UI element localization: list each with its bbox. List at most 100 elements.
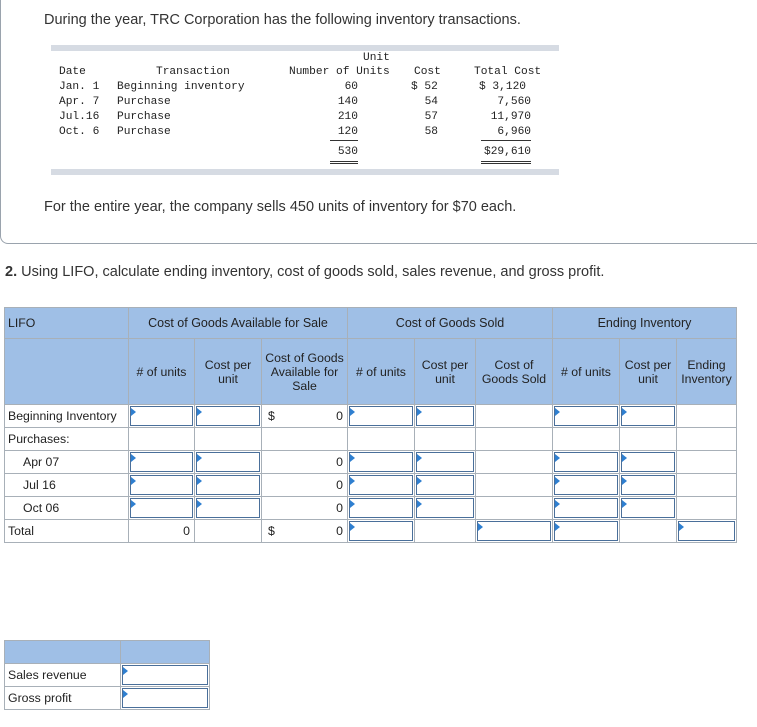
- row-transaction: Beginning inventory: [117, 81, 245, 93]
- oct-units-sold-input[interactable]: [347, 496, 415, 520]
- unit-cost-header-top: Unit: [363, 52, 390, 64]
- summary-table: Sales revenue Gross profit: [4, 640, 210, 710]
- cost-per-unit-ending-header: Cost per unit: [619, 338, 677, 405]
- total-double-underline-1: [481, 161, 531, 162]
- total-units: 530: [337, 146, 358, 158]
- oct-label: Oct 06: [4, 496, 129, 520]
- sold-group-header: Cost of Goods Sold: [347, 307, 553, 339]
- apr-units-sold-input[interactable]: [347, 450, 415, 474]
- row-unit-cost: 54: [424, 96, 438, 108]
- empty-cell: [128, 427, 195, 451]
- apr-cogs-cell: [475, 450, 553, 474]
- date-header: Date: [59, 66, 86, 78]
- total-units-ending-input[interactable]: [552, 519, 620, 543]
- row-total-cost: 7,560: [497, 96, 531, 108]
- empty-cell: [676, 427, 737, 451]
- purchases-label: Purchases:: [4, 427, 129, 451]
- beginning-units-sold-input[interactable]: [347, 404, 415, 428]
- problem-statement-panel: During the year, TRC Corporation has the…: [0, 0, 757, 244]
- row-total-cost: 11,970: [490, 111, 531, 123]
- units-underline: [330, 140, 358, 141]
- apr-cost-input[interactable]: [194, 450, 262, 474]
- jul-units-input[interactable]: [128, 473, 195, 497]
- empty-cell: [347, 427, 415, 451]
- transactions-table: Unit Date Transaction Number of Units Co…: [51, 45, 559, 175]
- oct-cost-ending-input[interactable]: [619, 496, 677, 520]
- empty-cell: [619, 427, 677, 451]
- total-ending-inventory-input[interactable]: [676, 519, 737, 543]
- unit-cost-header: Cost: [414, 66, 441, 78]
- row-transaction: Purchase: [117, 96, 171, 108]
- transaction-header: Transaction: [156, 66, 230, 78]
- total-label: Total: [4, 519, 129, 543]
- apr-units-ending-input[interactable]: [552, 450, 620, 474]
- lifo-worksheet: LIFO Cost of Goods Available for Sale Co…: [4, 307, 737, 543]
- total-units-value: 0: [128, 519, 195, 543]
- row-units: 140: [337, 96, 358, 108]
- row-transaction: Purchase: [117, 126, 171, 138]
- summary-header-right: [120, 640, 210, 664]
- ending-group-header: Ending Inventory: [552, 307, 737, 339]
- units-header: Number of Units: [289, 66, 390, 78]
- oct-cogas-value: 0: [261, 496, 348, 520]
- table-bottom-bar: [51, 169, 559, 175]
- apr-cogas-value: 0: [261, 450, 348, 474]
- jul-units-ending-input[interactable]: [552, 473, 620, 497]
- total-units-sold-input[interactable]: [347, 519, 415, 543]
- jul-cost-sold-input[interactable]: [414, 473, 476, 497]
- total-cost-ending-cell: [619, 519, 677, 543]
- apr-cost-sold-input[interactable]: [414, 450, 476, 474]
- row-transaction: Purchase: [117, 111, 171, 123]
- apr-cost-ending-input[interactable]: [619, 450, 677, 474]
- row-unit-cost: 58: [424, 126, 438, 138]
- beginning-inventory-label: Beginning Inventory: [4, 404, 129, 428]
- beginning-cost-ending-input[interactable]: [619, 404, 677, 428]
- total-cogas-cell: $0: [261, 519, 348, 543]
- empty-cell: [475, 427, 553, 451]
- sales-statement: For the entire year, the company sells 4…: [44, 199, 517, 215]
- sales-revenue-label: Sales revenue: [4, 663, 121, 687]
- oct-ending-cell: [676, 496, 737, 520]
- dollar-sign: $: [268, 524, 275, 538]
- empty-cell: [552, 427, 620, 451]
- beginning-cost-sold-input[interactable]: [414, 404, 476, 428]
- total-cogs-input[interactable]: [475, 519, 553, 543]
- row-unit-cost: $ 52: [411, 81, 438, 93]
- row-total-cost: 6,960: [497, 126, 531, 138]
- oct-units-input[interactable]: [128, 496, 195, 520]
- jul-cogs-cell: [475, 473, 553, 497]
- beginning-ending-cell: [676, 404, 737, 428]
- gross-profit-label: Gross profit: [4, 686, 121, 710]
- units-double-underline-2: [330, 163, 358, 164]
- beginning-cost-input[interactable]: [194, 404, 262, 428]
- beginning-units-input[interactable]: [128, 404, 195, 428]
- oct-cost-sold-input[interactable]: [414, 496, 476, 520]
- beginning-cogas-value: 0: [336, 409, 343, 423]
- beginning-units-ending-input[interactable]: [552, 404, 620, 428]
- total-double-underline-2: [481, 163, 531, 164]
- row-date: Oct. 6: [59, 126, 100, 138]
- beginning-cogs-cell: [475, 404, 553, 428]
- sales-revenue-input[interactable]: [120, 663, 210, 687]
- oct-cost-input[interactable]: [194, 496, 262, 520]
- oct-units-ending-input[interactable]: [552, 496, 620, 520]
- method-label: LIFO: [4, 307, 129, 339]
- row-units: 120: [337, 126, 358, 138]
- jul-cost-ending-input[interactable]: [619, 473, 677, 497]
- total-cost-sold-cell: [414, 519, 476, 543]
- jul-units-sold-input[interactable]: [347, 473, 415, 497]
- gross-profit-input[interactable]: [120, 686, 210, 710]
- beginning-cogas-cell: $0: [261, 404, 348, 428]
- summary-header-left: [4, 640, 121, 664]
- question-number: 2.: [5, 264, 18, 280]
- apr-units-input[interactable]: [128, 450, 195, 474]
- total-cost-sum: $29,610: [484, 146, 531, 158]
- jul-cogas-value: 0: [261, 473, 348, 497]
- jul-cost-input[interactable]: [194, 473, 262, 497]
- question-text: Using LIFO, calculate ending inventory, …: [17, 264, 605, 280]
- jul-label: Jul 16: [4, 473, 129, 497]
- row-date: Jan. 1: [59, 81, 100, 93]
- oct-cogs-cell: [475, 496, 553, 520]
- cogs-header: Cost of Goods Sold: [475, 338, 553, 405]
- blank-header: [4, 338, 129, 405]
